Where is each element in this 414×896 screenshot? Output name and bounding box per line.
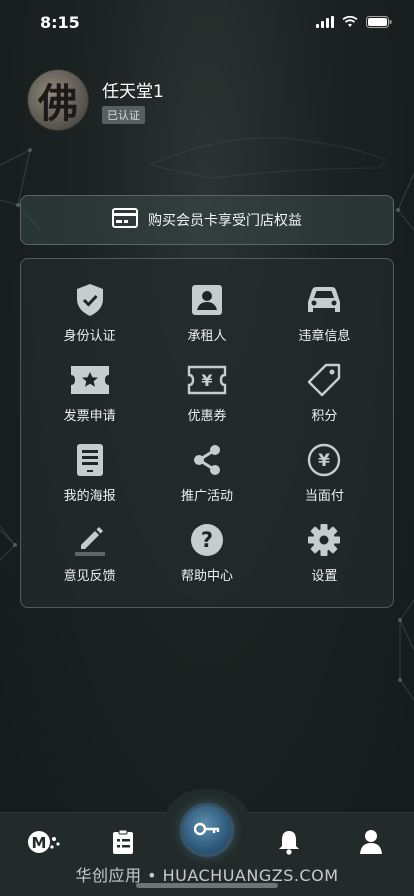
battery-icon [366,13,392,32]
tablet-icon [70,441,110,479]
menu-label: 当面付 [304,489,344,504]
status-icons [316,13,392,32]
pencil-icon [70,521,110,559]
membership-banner-label: 购买会员卡享受门店权益 [148,213,302,229]
menu-label: 帮助中心 [180,569,233,584]
svg-text:¥: ¥ [318,451,330,471]
profile-header[interactable]: 佛 任天堂1 已认证 [28,70,164,130]
menu-label: 意见反馈 [63,569,116,584]
ticket-star-icon [70,361,110,399]
wifi-icon [342,13,358,32]
tab-bar: M 华创应用 • HUACHUANGZS.COM [0,789,414,896]
clipboard-icon [112,829,134,859]
tab-profile[interactable] [346,829,396,859]
car-icon [304,281,344,319]
menu-item-violations[interactable]: 违章信息 [266,281,383,361]
menu-label: 我的海报 [63,489,116,504]
menu-label: 身份认证 [63,329,116,344]
menu-item-help[interactable]: ? 帮助中心 [148,521,265,601]
menu-label: 发票申请 [63,409,116,424]
menu-item-coupon[interactable]: ¥ 优惠券 [148,361,265,441]
avatar[interactable]: 佛 [28,70,88,130]
yen-circle-icon: ¥ [304,441,344,479]
menu-label: 设置 [311,569,338,584]
menu-label: 承租人 [187,329,227,344]
person-icon [359,829,383,859]
menu-item-invoice[interactable]: 发票申请 [31,361,148,441]
menu-label: 推广活动 [180,489,233,504]
menu-item-face-pay[interactable]: ¥ 当面付 [266,441,383,521]
tab-orders[interactable] [98,829,148,859]
shield-check-icon [70,281,110,319]
tab-notifications[interactable] [264,829,314,859]
bell-icon [278,829,300,859]
person-badge-icon [187,281,227,319]
svg-text:?: ? [201,528,213,552]
menu-item-identity[interactable]: 身份认证 [31,281,148,361]
svg-text:¥: ¥ [201,371,212,390]
menu-grid: 身份认证 承租人 违章信息 发票申请 ¥ 优惠券 积分 我的海报 推广活动 ¥ … [20,258,394,608]
tab-home[interactable]: M [20,829,70,859]
avatar-glyph: 佛 [38,80,78,127]
status-time: 8:15 [40,12,80,32]
tag-icon [304,361,344,399]
home-indicator [136,883,278,888]
menu-item-points[interactable]: 积分 [266,361,383,441]
svg-text:M: M [32,834,47,852]
menu-item-feedback[interactable]: 意见反馈 [31,521,148,601]
tab-key[interactable] [180,803,234,857]
menu-item-poster[interactable]: 我的海报 [31,441,148,521]
membership-banner-button[interactable]: 购买会员卡享受门店权益 [20,195,394,245]
menu-label: 积分 [311,409,338,424]
verified-badge: 已认证 [102,105,145,124]
logo-icon: M [27,829,63,859]
menu-label: 违章信息 [298,329,351,344]
status-bar: 8:15 [0,0,414,44]
share-icon [187,441,227,479]
user-name: 任天堂1 [102,81,164,102]
question-circle-icon: ? [187,521,227,559]
menu-label: 优惠券 [187,409,227,424]
menu-item-promotion[interactable]: 推广活动 [148,441,265,521]
card-icon [112,208,138,232]
profile-info: 任天堂1 已认证 [102,77,164,124]
gear-icon [304,521,344,559]
menu-item-settings[interactable]: 设置 [266,521,383,601]
coupon-yen-icon: ¥ [187,361,227,399]
menu-item-lessee[interactable]: 承租人 [148,281,265,361]
key-icon [193,821,220,840]
signal-icon [316,13,334,32]
